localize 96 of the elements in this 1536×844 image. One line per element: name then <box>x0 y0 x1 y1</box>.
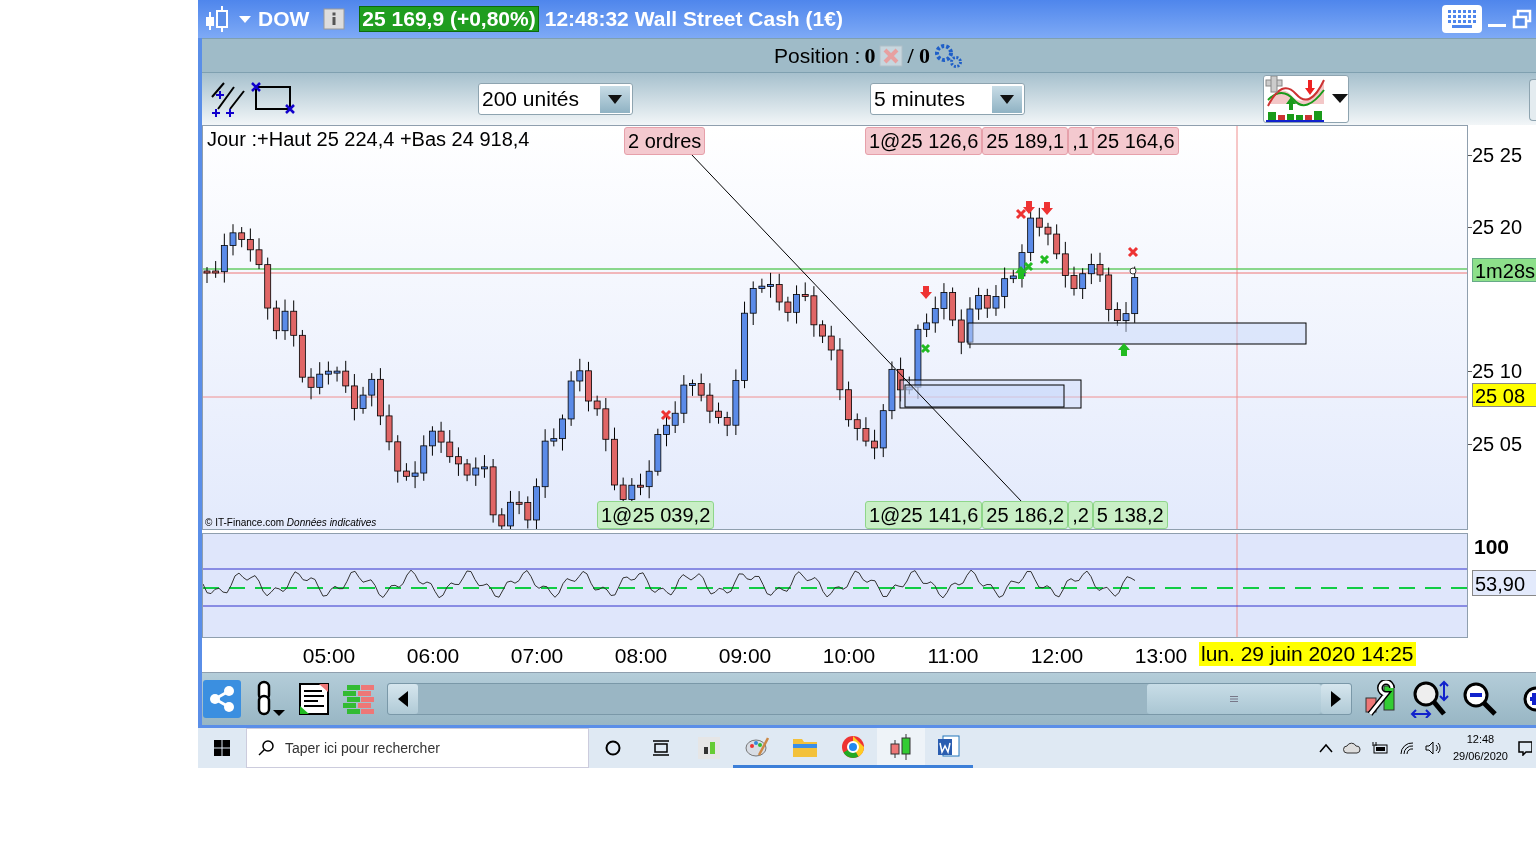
scroll-thumb[interactable] <box>1147 684 1321 714</box>
share-icon <box>207 684 237 714</box>
instrument-name: Wall Street Cash (1€) <box>634 7 843 31</box>
order-tag[interactable]: ,1 <box>1068 127 1093 155</box>
order-tag[interactable]: 1@25 126,6 <box>865 127 983 155</box>
time-label: 07:00 <box>510 644 564 668</box>
up-arrow-icon <box>1118 343 1130 356</box>
zone-rectangle[interactable] <box>904 384 1065 408</box>
scroll-right-button[interactable] <box>1321 684 1351 714</box>
position-value: 0 <box>864 42 876 69</box>
down-arrow-icon <box>1041 202 1053 215</box>
chevron-up-icon[interactable] <box>1318 743 1333 753</box>
cross-icon <box>1015 208 1027 220</box>
period-dropdown[interactable]: 5 minutes <box>870 83 1025 115</box>
order-tag[interactable]: ,2 <box>1068 501 1093 529</box>
keyboard-icon[interactable] <box>1442 5 1482 33</box>
price-tick-label: 25 10 <box>1472 359 1523 383</box>
order-list-icon[interactable] <box>299 683 329 715</box>
candlestick-app-icon[interactable] <box>890 733 912 760</box>
notification-icon[interactable] <box>1518 740 1532 756</box>
zone-rectangle[interactable] <box>899 379 1082 409</box>
right-triangle-icon <box>1331 691 1341 707</box>
clock-time: 12:48:32 <box>544 7 629 31</box>
browser-icon[interactable] <box>841 734 865 759</box>
task-view-icon[interactable] <box>652 740 670 756</box>
price-tick-label: 25 20 <box>1472 215 1523 239</box>
copyright-text: © IT-Finance.com Données indicatives <box>205 517 377 528</box>
caret-icon <box>1332 94 1348 104</box>
zoom-in-icon[interactable] <box>1522 685 1536 713</box>
time-label: 06:00 <box>406 644 460 668</box>
cloud-icon[interactable] <box>1342 742 1361 754</box>
info-icon[interactable] <box>323 8 346 30</box>
time-label: 05:00 <box>302 644 356 668</box>
caret-icon[interactable] <box>238 14 252 24</box>
folder-icon[interactable] <box>793 736 817 757</box>
time-label: 13:00 <box>1134 644 1188 668</box>
speaker-icon[interactable] <box>1424 741 1443 755</box>
wifi-icon[interactable] <box>1398 741 1415 755</box>
order-tag[interactable]: 25 186,2 <box>982 501 1069 529</box>
share-button[interactable] <box>203 680 241 718</box>
indicator-value-label: 53,90 <box>1472 570 1536 596</box>
order-tag[interactable]: 5 138,2 <box>1092 501 1168 529</box>
position-label: Position : <box>774 43 861 68</box>
bar-chart-app-icon[interactable] <box>698 737 720 759</box>
taskbar-search-field[interactable]: Taper ici pour rechercher <box>246 728 589 768</box>
zoom-fit-icon[interactable] <box>1410 680 1450 718</box>
cursor-date-label: lun. 29 juin 2020 14:25 <box>1199 642 1416 666</box>
zoom-out-icon[interactable] <box>1462 681 1498 717</box>
units-dropdown[interactable]: 200 unités <box>478 83 633 115</box>
cross-icon <box>920 343 931 354</box>
time-label: 11:00 <box>927 644 979 668</box>
candle-timer: 1m28s <box>1472 258 1536 282</box>
down-arrow-icon <box>920 286 932 299</box>
gears-icon[interactable] <box>934 42 964 69</box>
order-tag[interactable]: 25 164,6 <box>1092 127 1179 155</box>
taskbar-date: 29/06/2020 <box>1452 749 1508 764</box>
order-tag[interactable]: 2 ordres <box>624 127 706 155</box>
windows-start-icon[interactable] <box>214 740 230 756</box>
circle-marker-icon <box>1129 267 1137 275</box>
down-arrow-icon <box>1023 201 1035 214</box>
indicator-chart-icon <box>1264 76 1328 122</box>
cursor-price-label: 25 08 <box>1472 383 1536 407</box>
time-label: 10:00 <box>822 644 876 668</box>
time-label: 12:00 <box>1030 644 1084 668</box>
order-tag[interactable]: 1@25 039,2 <box>597 501 715 529</box>
left-triangle-icon <box>398 691 408 707</box>
horizontal-scrollbar[interactable] <box>387 683 1352 715</box>
price-tick-label: 25 05 <box>1472 432 1523 456</box>
time-label: 09:00 <box>718 644 772 668</box>
trend-line[interactable] <box>690 153 1023 503</box>
taskbar-time: 12:48 <box>1466 732 1495 747</box>
grip-icon <box>1230 696 1238 702</box>
time-label: 08:00 <box>614 644 668 668</box>
search-icon <box>258 740 274 756</box>
restore-icon[interactable] <box>1512 9 1532 29</box>
cross-icon <box>1039 254 1050 265</box>
symbol-name: DOW <box>258 7 310 31</box>
cross-icon <box>1023 261 1034 272</box>
indicator-button[interactable] <box>1263 75 1349 123</box>
price-tick-label: 25 25 <box>1472 143 1523 167</box>
order-tag[interactable]: 1@25 141,6 <box>865 501 983 529</box>
indicator-max-label: 100 <box>1474 535 1510 559</box>
cortana-circle-icon[interactable] <box>605 740 621 756</box>
cross-icon <box>660 409 672 421</box>
orders-count: / 0 <box>907 42 930 69</box>
scroll-left-button[interactable] <box>388 684 418 714</box>
caret-icon <box>608 94 622 104</box>
cross-icon <box>1127 246 1139 258</box>
price-change-badge: 25 169,9 (+0,80%) <box>359 6 539 32</box>
battery-plug-icon[interactable] <box>1370 741 1389 755</box>
caret-icon <box>1000 94 1014 104</box>
order-tag[interactable]: 25 189,1 <box>982 127 1069 155</box>
day-high-low-text: Jour :+Haut 25 224,4 +Bas 24 918,4 <box>207 128 530 151</box>
chart-settings-icon[interactable] <box>1364 680 1398 718</box>
document-app-icon[interactable] <box>937 734 961 759</box>
up-arrow-icon <box>1015 266 1027 279</box>
